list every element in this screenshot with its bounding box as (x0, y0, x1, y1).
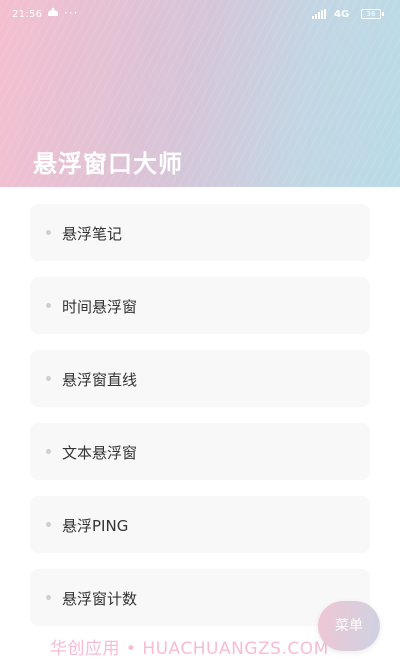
bullet-icon (46, 303, 51, 308)
menu-item-label: 文本悬浮窗 (62, 444, 138, 462)
menu-list: 悬浮笔记 时间悬浮窗 悬浮窗直线 文本悬浮窗 悬浮PING 悬浮窗计数 (30, 204, 370, 642)
notification-icon (48, 7, 58, 16)
signal-icon (312, 9, 326, 19)
menu-item-label: 悬浮笔记 (62, 225, 123, 243)
menu-item-floating-ping[interactable]: 悬浮PING (30, 496, 370, 553)
bullet-icon (46, 449, 51, 454)
menu-item-label: 悬浮PING (62, 517, 129, 535)
bullet-icon (46, 230, 51, 235)
menu-item-floating-line[interactable]: 悬浮窗直线 (30, 350, 370, 407)
header-banner: 21:56 ··· 4G 36 悬浮窗口大师 (0, 0, 400, 187)
bullet-icon (46, 522, 51, 527)
menu-item-text-floating-window[interactable]: 文本悬浮窗 (30, 423, 370, 480)
watermark-text: 华创应用 • HUACHUANGZS.COM (50, 639, 329, 659)
menu-item-label: 时间悬浮窗 (62, 298, 138, 316)
status-bar: 21:56 ··· 4G 36 (0, 0, 400, 30)
status-time: 21:56 (12, 9, 43, 20)
network-type-label: 4G (334, 9, 350, 20)
menu-item-label: 悬浮窗直线 (62, 371, 138, 389)
menu-item-time-floating-window[interactable]: 时间悬浮窗 (30, 277, 370, 334)
page-title: 悬浮窗口大师 (33, 150, 183, 178)
battery-icon: 36 (361, 9, 381, 19)
menu-item-label: 悬浮窗计数 (62, 590, 138, 608)
menu-item-floating-notes[interactable]: 悬浮笔记 (30, 204, 370, 261)
battery-tip (382, 12, 384, 16)
status-more-dots: ··· (64, 6, 79, 20)
menu-fab-button[interactable]: 菜单 (318, 601, 380, 651)
bullet-icon (46, 595, 51, 600)
bullet-icon (46, 376, 51, 381)
